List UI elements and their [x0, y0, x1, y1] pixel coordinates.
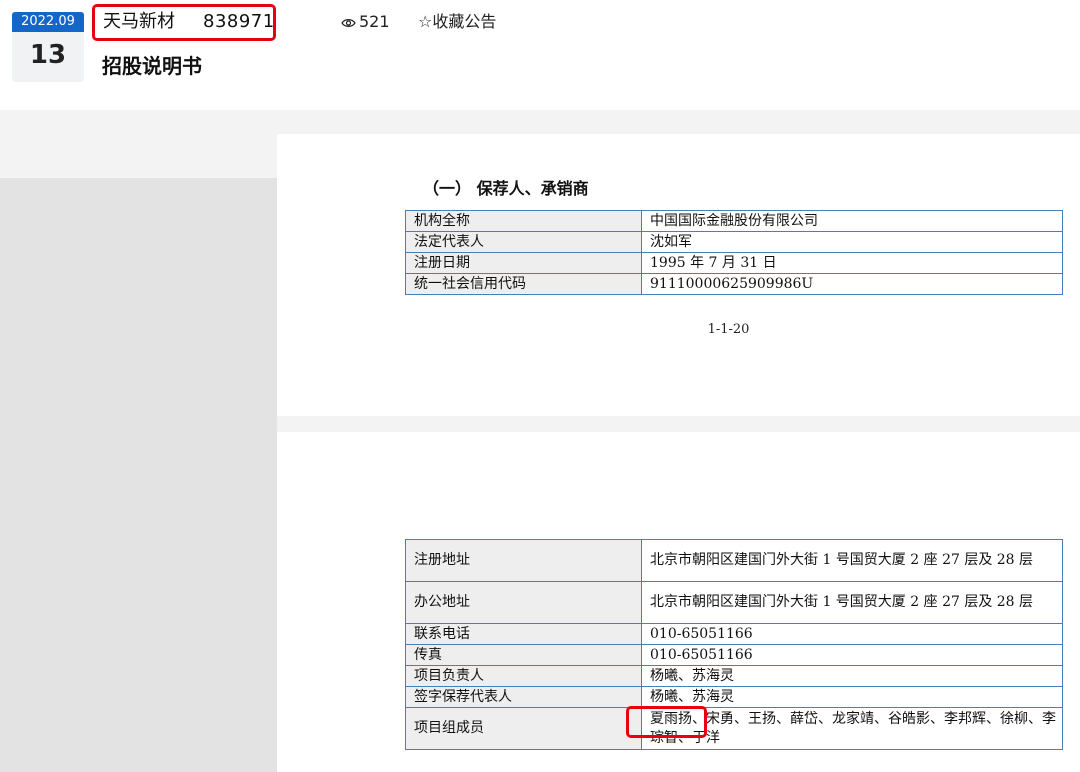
section-heading: （一） 保荐人、承销商 [423, 179, 589, 198]
row-value: 010-65051166 [641, 644, 1063, 666]
view-count-value: 521 [359, 12, 390, 31]
row-value: 北京市朝阳区建国门外大街 1 号国贸大厦 2 座 27 层及 28 层 [641, 581, 1063, 624]
row-label: 注册日期 [405, 252, 642, 274]
collect-button[interactable]: ☆收藏公告 [418, 11, 496, 33]
row-label: 办公地址 [405, 581, 642, 624]
table-row: 项目负责人 杨曦、苏海灵 [405, 665, 1063, 687]
table-row: 传真 010-65051166 [405, 644, 1063, 666]
left-side-panel [0, 178, 277, 772]
row-value: 91110000625909986U [641, 273, 1063, 295]
date-badge: 2022.09 13 [12, 12, 84, 82]
page-number: 1-1-20 [707, 322, 750, 337]
row-label: 联系电话 [405, 623, 642, 645]
eye-icon [340, 13, 356, 35]
table-row: 项目组成员 夏雨扬、宋勇、王扬、薛岱、龙家靖、谷皓影、李邦辉、徐柳、李琮智、于洋 [405, 707, 1063, 750]
row-value: 010-65051166 [641, 623, 1063, 645]
table-row: 统一社会信用代码 91110000625909986U [405, 273, 1063, 295]
table-row: 注册日期 1995 年 7 月 31 日 [405, 252, 1063, 274]
view-count: 521 [340, 11, 390, 35]
row-label: 项目组成员 [405, 707, 642, 750]
table-row: 机构全称 中国国际金融股份有限公司 [405, 210, 1063, 232]
row-label: 机构全称 [405, 210, 642, 232]
row-value: 1995 年 7 月 31 日 [641, 252, 1063, 274]
document-title: 招股说明书 [102, 54, 202, 78]
row-label: 签字保荐代表人 [405, 686, 642, 708]
table-row: 注册地址 北京市朝阳区建国门外大街 1 号国贸大厦 2 座 27 层及 28 层 [405, 539, 1063, 582]
row-value: 沈如军 [641, 231, 1063, 253]
table-row: 办公地址 北京市朝阳区建国门外大街 1 号国贸大厦 2 座 27 层及 28 层 [405, 581, 1063, 624]
date-month: 2022.09 [12, 12, 84, 32]
row-value: 北京市朝阳区建国门外大街 1 号国贸大厦 2 座 27 层及 28 层 [641, 539, 1063, 582]
sponsor-info-table: 机构全称 中国国际金融股份有限公司 法定代表人 沈如军 注册日期 1995 年 … [405, 210, 1063, 295]
announcement-header: 2022.09 13 天马新材 838971 521 ☆收藏公告 招股说明书 [0, 0, 1080, 110]
highlight-box-company [92, 4, 276, 41]
sponsor-contact-table: 注册地址 北京市朝阳区建国门外大街 1 号国贸大厦 2 座 27 层及 28 层… [405, 539, 1063, 750]
highlight-box-member [626, 706, 707, 738]
table-row: 签字保荐代表人 杨曦、苏海灵 [405, 686, 1063, 708]
table-row: 法定代表人 沈如军 [405, 231, 1063, 253]
collect-label: ☆收藏公告 [418, 12, 497, 31]
row-label: 法定代表人 [405, 231, 642, 253]
row-label: 统一社会信用代码 [405, 273, 642, 295]
row-label: 项目负责人 [405, 665, 642, 687]
date-day: 13 [29, 40, 67, 70]
row-label: 注册地址 [405, 539, 642, 582]
table-row: 联系电话 010-65051166 [405, 623, 1063, 645]
document-viewer[interactable]: （一） 保荐人、承销商 机构全称 中国国际金融股份有限公司 法定代表人 沈如军 … [0, 110, 1080, 772]
row-label: 传真 [405, 644, 642, 666]
row-value: 杨曦、苏海灵 [641, 665, 1063, 687]
pdf-page: （一） 保荐人、承销商 机构全称 中国国际金融股份有限公司 法定代表人 沈如军 … [277, 134, 1080, 416]
row-value: 中国国际金融股份有限公司 [641, 210, 1063, 232]
row-value: 杨曦、苏海灵 [641, 686, 1063, 708]
